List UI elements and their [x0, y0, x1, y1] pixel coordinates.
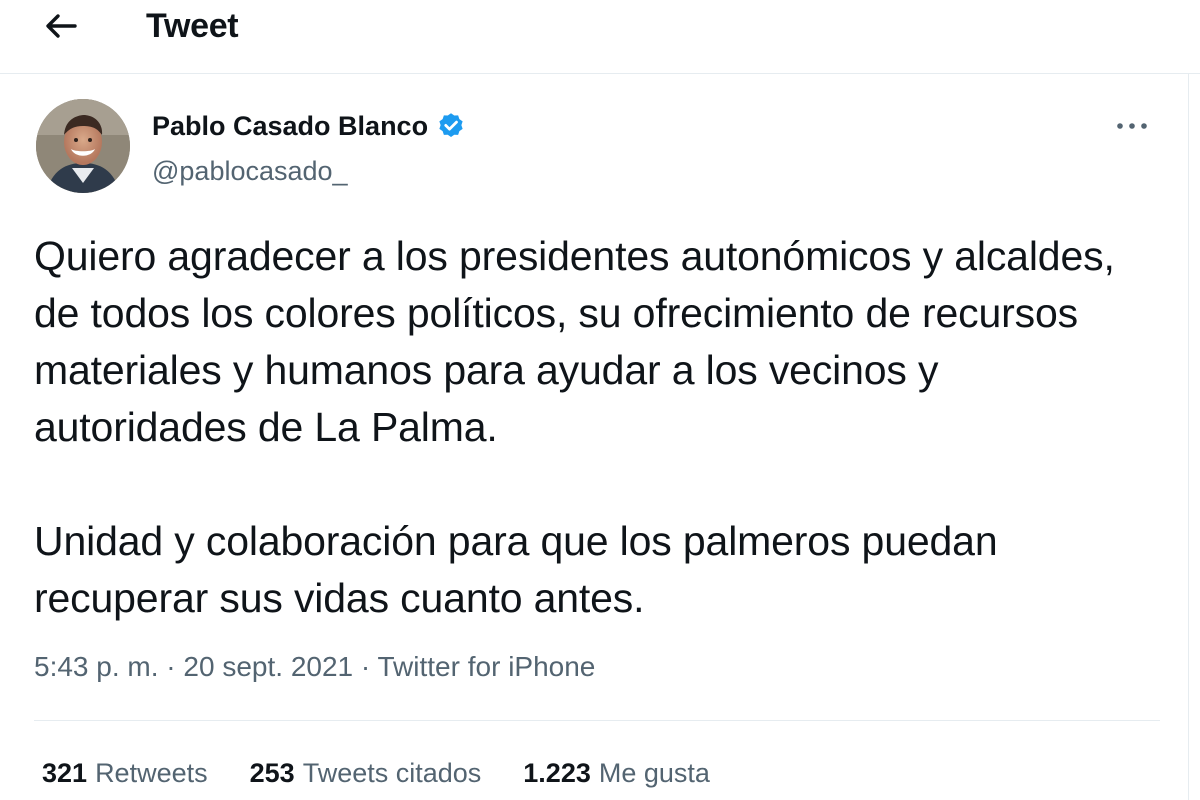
tweet-paragraph: Quiero agradecer a los presidentes auton… [34, 233, 1115, 450]
more-horizontal-icon [1117, 123, 1147, 129]
stat-retweets[interactable]: 321 Retweets [42, 753, 208, 793]
retweet-label: Retweets [95, 758, 208, 788]
author-handle[interactable]: @pablocasado_ [152, 155, 348, 187]
tweet-metadata: 5:43 p. m. · 20 sept. 2021 · Twitter for… [34, 647, 595, 687]
quote-tweet-label: Tweets citados [302, 758, 482, 788]
tweet-date[interactable]: 20 sept. 2021 [183, 651, 353, 682]
stat-quote-tweets[interactable]: 253 Tweets citados [250, 753, 482, 793]
quote-tweet-count: 253 [249, 758, 295, 788]
retweet-count: 321 [42, 758, 88, 788]
like-count: 1.223 [523, 758, 591, 788]
verified-badge-icon [439, 113, 463, 137]
divider [34, 720, 1160, 721]
tweet-source[interactable]: Twitter for iPhone [378, 651, 596, 682]
column-border [1188, 74, 1189, 800]
arrow-left-icon [46, 14, 77, 38]
tweet-paragraph: Unidad y colaboración para que los palme… [34, 518, 998, 621]
stat-likes[interactable]: 1.223 Me gusta [523, 753, 710, 793]
avatar[interactable] [36, 99, 130, 193]
author-name-text: Pablo Casado Blanco [152, 111, 429, 141]
tweet-page: Tweet Pablo Casado Blanco @pablocasado_ … [0, 0, 1200, 800]
more-options-button[interactable] [1112, 112, 1152, 140]
tweet-text: Quiero agradecer a los presidentes auton… [34, 228, 1144, 627]
meta-separator: · [360, 651, 371, 682]
like-label: Me gusta [598, 758, 710, 788]
back-button[interactable] [36, 6, 86, 46]
avatar-photo [36, 99, 130, 193]
tweet-stats: 321 Retweets 253 Tweets citados 1.223 Me… [42, 753, 710, 793]
tweet-time[interactable]: 5:43 p. m. [34, 651, 159, 682]
page-title: Tweet [146, 7, 239, 45]
header: Tweet [0, 0, 1200, 74]
meta-separator: · [166, 651, 176, 682]
author-name[interactable]: Pablo Casado Blanco [152, 110, 466, 142]
